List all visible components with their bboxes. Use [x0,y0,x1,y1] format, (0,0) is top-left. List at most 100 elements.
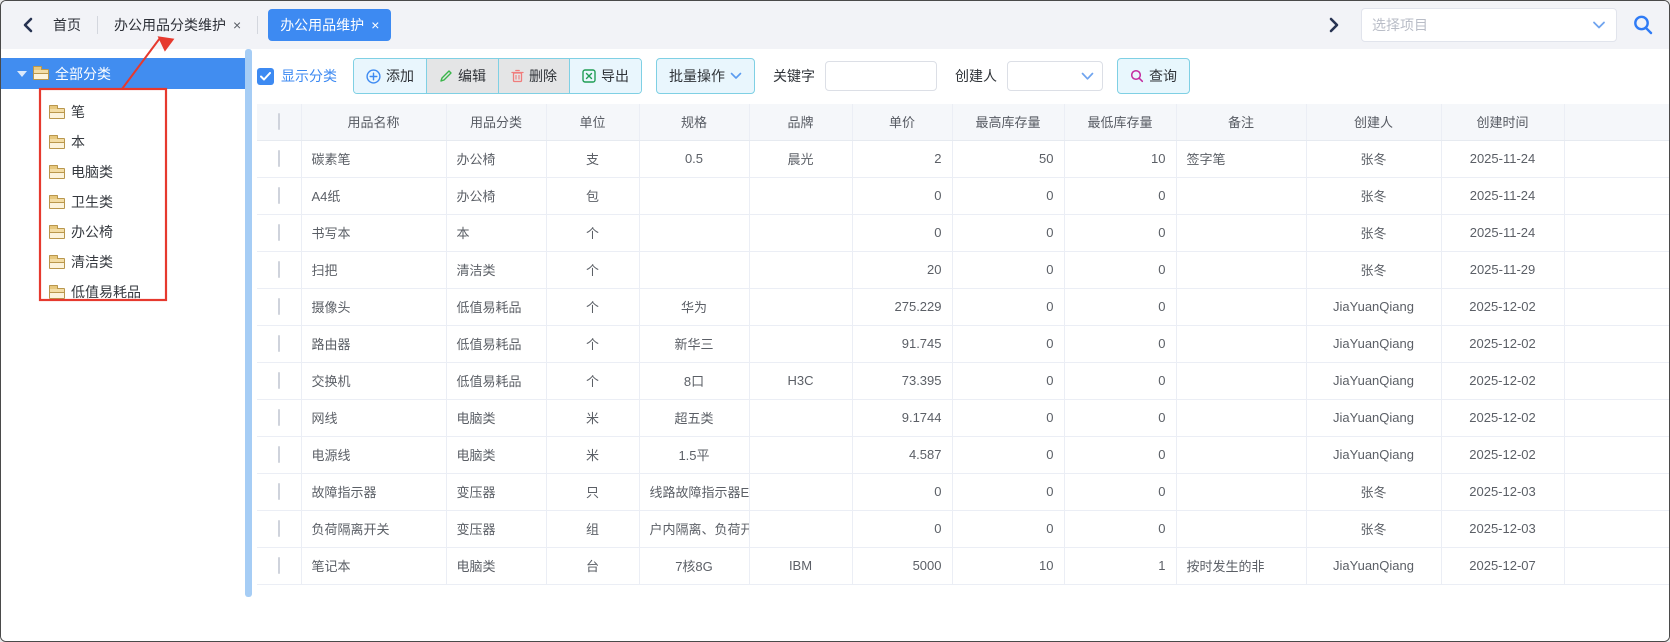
table-row[interactable]: 碳素笔办公椅支0.5晨光25010签字笔张冬2025-11-24 [257,140,1669,177]
tree-node-category[interactable]: 本 [49,127,245,157]
table-row[interactable]: 网线电脑类米超五类9.174400JiaYuanQiang2025-12-02 [257,399,1669,436]
table-cell: 张冬 [1306,510,1441,547]
table-row[interactable]: 路由器低值易耗品个新华三91.74500JiaYuanQiang2025-12-… [257,325,1669,362]
column-header: 品牌 [749,104,852,140]
tree-node-category[interactable]: 电脑类 [49,157,245,187]
column-header: 最高库存量 [952,104,1064,140]
table-cell: 办公椅 [446,140,546,177]
add-button[interactable]: 添加 [354,59,426,93]
row-checkbox[interactable] [278,150,280,167]
row-checkbox[interactable] [278,187,280,204]
row-checkbox[interactable] [278,446,280,463]
close-icon[interactable]: × [233,18,241,32]
row-checkbox[interactable] [278,261,280,278]
tree-node-category[interactable]: 笔 [49,97,245,127]
show-category-checkbox[interactable] [257,68,274,85]
row-checkbox[interactable] [278,224,280,241]
keyword-input[interactable] [825,61,937,91]
chevron-left-icon [22,17,34,33]
column-header: 单位 [546,104,639,140]
creator-select[interactable] [1007,61,1103,91]
close-icon[interactable]: × [371,18,379,32]
table-cell: 9.1744 [852,399,952,436]
table-cell [1176,177,1306,214]
tree-node-category[interactable]: 清洁类 [49,247,245,277]
tab-1[interactable]: 首页 [41,9,93,41]
table-row[interactable]: 书写本本个000张冬2025-11-24 [257,214,1669,251]
table-row[interactable]: 扫把清洁类个2000张冬2025-11-29 [257,251,1669,288]
table-cell: 办公椅 [446,177,546,214]
row-checkbox[interactable] [278,409,280,426]
plus-circle-icon [366,69,381,84]
table-cell [1176,214,1306,251]
tree-root-label: 全部分类 [55,64,111,84]
table-cell: JiaYuanQiang [1306,436,1441,473]
row-checkbox[interactable] [278,520,280,537]
tree-node-category[interactable]: 卫生类 [49,187,245,217]
tabs-scroll-left-button[interactable] [15,12,41,38]
batch-operations-button[interactable]: 批量操作 [656,58,755,94]
table-cell [639,177,749,214]
table-cell: 低值易耗品 [446,362,546,399]
tree-scrollbar[interactable] [245,49,252,597]
row-checkbox[interactable] [278,557,280,574]
table-row[interactable]: 故障指示器变压器只线路故障指示器E000张冬2025-12-03 [257,473,1669,510]
row-checkbox[interactable] [278,483,280,500]
folder-icon [33,69,49,80]
row-checkbox[interactable] [278,335,280,352]
table-cell: 个 [546,325,639,362]
creator-label: 创建人 [955,66,997,86]
table-cell: 0 [1064,510,1176,547]
table-cell: 0 [1064,399,1176,436]
table-row[interactable]: 摄像头低值易耗品个华为275.22900JiaYuanQiang2025-12-… [257,288,1669,325]
table-cell: 笔记本 [301,547,446,584]
table-row[interactable]: A4纸办公椅包000张冬2025-11-24 [257,177,1669,214]
export-button[interactable]: 导出 [569,59,641,93]
tree-node-category[interactable]: 低值易耗品 [49,277,245,307]
table-row[interactable]: 电源线电脑类米1.5平4.58700JiaYuanQiang2025-12-02 [257,436,1669,473]
show-category-toggle[interactable]: 显示分类 [257,66,337,86]
table-cell: 组 [546,510,639,547]
table-cell: 2025-12-02 [1441,288,1564,325]
delete-button[interactable]: 删除 [498,59,569,93]
table-cell: 1 [1064,547,1176,584]
folder-icon [49,108,65,119]
table-cell: 张冬 [1306,214,1441,251]
chevron-right-icon [1328,17,1340,33]
column-header: 规格 [639,104,749,140]
tree-node-all-categories[interactable]: 全部分类 [1,58,245,89]
row-checkbox-cell [257,510,301,547]
query-button[interactable]: 查询 [1117,58,1190,94]
tab-label: 首页 [53,15,81,35]
row-checkbox[interactable] [278,298,280,315]
table-header-row: 用品名称用品分类单位规格品牌单价最高库存量最低库存量备注创建人创建时间 [257,104,1669,140]
table-cell: 故障指示器 [301,473,446,510]
table-cell: JiaYuanQiang [1306,547,1441,584]
edit-button-label: 编辑 [458,66,486,86]
table-cell [749,288,852,325]
tab-2[interactable]: 办公用品分类维护× [102,9,253,41]
table-cell: 2025-11-24 [1441,140,1564,177]
row-checkbox-cell [257,362,301,399]
table-cell: H3C [749,362,852,399]
tree-node-category[interactable]: 办公椅 [49,217,245,247]
table-cell: 0 [1064,436,1176,473]
table-row[interactable]: 交换机低值易耗品个8口H3C73.39500JiaYuanQiang2025-1… [257,362,1669,399]
table-cell [749,325,852,362]
table-cell: 2025-12-03 [1441,510,1564,547]
table-row[interactable]: 负荷隔离开关变压器组户内隔离、负荷开000张冬2025-12-03 [257,510,1669,547]
table-cell: 支 [546,140,639,177]
table-cell: 线路故障指示器E [639,473,749,510]
row-checkbox[interactable] [278,372,280,389]
table-cell: 0 [952,214,1064,251]
select-all-checkbox[interactable] [278,113,280,130]
table-cell [749,177,852,214]
tabs-scroll-right-button[interactable] [1321,12,1347,38]
tab-3[interactable]: 办公用品维护× [268,9,391,41]
edit-button[interactable]: 编辑 [426,59,498,93]
table-cell: 变压器 [446,510,546,547]
search-icon[interactable] [1631,13,1655,37]
project-select[interactable]: 选择项目 [1361,8,1617,42]
table-row[interactable]: 笔记本电脑类台7核8GIBM5000101按时发生的非JiaYuanQiang2… [257,547,1669,584]
table-cell: A4纸 [301,177,446,214]
